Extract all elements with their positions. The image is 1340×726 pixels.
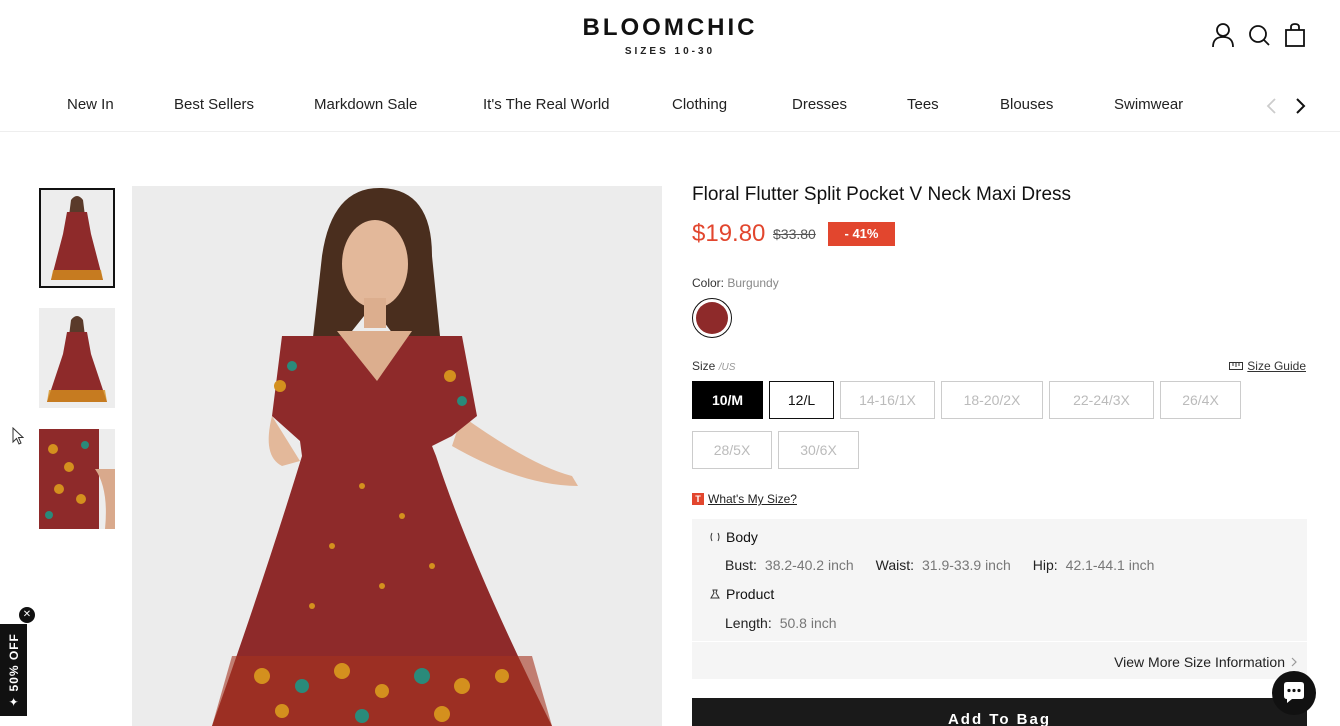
brand-name: BLOOMCHIC	[582, 14, 758, 41]
size-option[interactable]: 30/6X	[778, 431, 859, 469]
search-icon[interactable]	[1248, 22, 1270, 48]
account-icon[interactable]	[1212, 22, 1234, 48]
body-section-title: Body	[710, 529, 758, 545]
nav-swimwear[interactable]: Swimwear	[1114, 96, 1183, 113]
promo-close-icon[interactable]: ✕	[19, 607, 35, 623]
size-guide-label: Size Guide	[1247, 359, 1306, 373]
view-more-size-info[interactable]: View More Size Information	[1114, 654, 1297, 670]
nav-tees[interactable]: Tees	[907, 96, 939, 113]
size-unit: /US	[718, 362, 736, 373]
fit-tool-icon: T	[692, 493, 704, 505]
product-measurements: Length: 50.8 inch	[725, 615, 837, 631]
ruler-icon	[1229, 359, 1244, 373]
body-icon	[710, 529, 720, 545]
bust-label: Bust:	[725, 557, 757, 573]
product-price: $19.80	[692, 220, 766, 247]
chat-button[interactable]	[1272, 671, 1316, 715]
nav-prev-icon[interactable]	[1264, 96, 1280, 116]
size-option[interactable]: 18-20/2X	[941, 381, 1043, 419]
nav-new-in[interactable]: New In	[67, 96, 114, 113]
size-guide-link[interactable]: Size Guide	[1229, 359, 1306, 373]
product-title: Floral Flutter Split Pocket V Neck Maxi …	[692, 184, 1072, 205]
whats-my-size-link[interactable]: T What's My Size?	[692, 492, 797, 506]
size-option[interactable]: 28/5X	[692, 431, 772, 469]
size-option[interactable]: 10/M	[692, 381, 763, 419]
swatch-fill	[696, 302, 728, 334]
product-main-image[interactable]	[132, 186, 662, 726]
waist-value: 31.9-33.9 inch	[922, 557, 1011, 573]
mouse-cursor-icon	[12, 427, 24, 445]
product-section-title: Product	[710, 586, 774, 602]
product-section-label: Product	[726, 586, 775, 602]
body-title: Body	[726, 529, 758, 545]
size-label: Size /US	[692, 359, 735, 373]
body-measurements: Bust: 38.2-40.2 inch Waist: 31.9-33.9 inch…	[725, 557, 1154, 573]
size-option[interactable]: 26/4X	[1160, 381, 1241, 419]
hip-label: Hip:	[1032, 557, 1058, 573]
length-label: Length:	[725, 615, 772, 631]
brand-logo[interactable]: BLOOMCHIC SIZES 10-30	[0, 14, 1340, 57]
dress-icon	[710, 586, 720, 602]
size-option[interactable]: 14-16/1X	[840, 381, 935, 419]
color-swatch-burgundy[interactable]	[692, 298, 732, 338]
header-icons	[1212, 22, 1306, 48]
thumbnail-2[interactable]	[39, 308, 115, 408]
waist-label: Waist:	[875, 557, 915, 573]
color-value: Burgundy	[727, 276, 779, 290]
color-label-text: Color:	[692, 276, 725, 290]
color-label: Color: Burgundy	[692, 276, 779, 290]
add-to-bag-button[interactable]: Add To Bag	[692, 698, 1307, 726]
promo-label: ✦ 50% OFF	[6, 633, 21, 707]
site-header: BLOOMCHIC SIZES 10-30 New In Best Seller…	[0, 0, 1340, 132]
size-label-text: Size	[692, 359, 716, 373]
nav-real-world[interactable]: It's The Real World	[483, 96, 610, 113]
thumbnail-3[interactable]	[39, 429, 115, 529]
nav-best-sellers[interactable]: Best Sellers	[174, 96, 254, 113]
nav-dresses[interactable]: Dresses	[792, 96, 847, 113]
chevron-right-icon	[1291, 654, 1297, 670]
view-more-label: View More Size Information	[1114, 654, 1285, 670]
hip-value: 42.1-44.1 inch	[1065, 557, 1155, 573]
nav-markdown-sale[interactable]: Markdown Sale	[314, 96, 417, 113]
nav-clothing[interactable]: Clothing	[672, 96, 727, 113]
length-value: 50.8 inch	[779, 615, 837, 631]
discount-badge: - 41%	[828, 222, 895, 246]
thumbnail-1[interactable]	[39, 188, 115, 288]
bust-value: 38.2-40.2 inch	[764, 557, 854, 573]
main-nav: New In Best Sellers Markdown Sale It's T…	[0, 96, 1340, 118]
promo-tab[interactable]: ✦ 50% OFF	[0, 624, 27, 716]
whats-my-size-label: What's My Size?	[708, 492, 797, 506]
nav-blouses[interactable]: Blouses	[1000, 96, 1053, 113]
original-price: $33.80	[773, 226, 816, 242]
brand-tagline: SIZES 10-30	[624, 46, 716, 57]
panel-divider	[692, 641, 1307, 642]
nav-next-icon[interactable]	[1292, 96, 1308, 116]
size-option[interactable]: 12/L	[769, 381, 834, 419]
size-measurements-panel: Body Bust: 38.2-40.2 inch Waist: 31.9-33.9…	[692, 519, 1307, 679]
bag-icon[interactable]	[1284, 22, 1306, 48]
chat-icon	[1284, 682, 1304, 703]
size-option[interactable]: 22-24/3X	[1049, 381, 1154, 419]
